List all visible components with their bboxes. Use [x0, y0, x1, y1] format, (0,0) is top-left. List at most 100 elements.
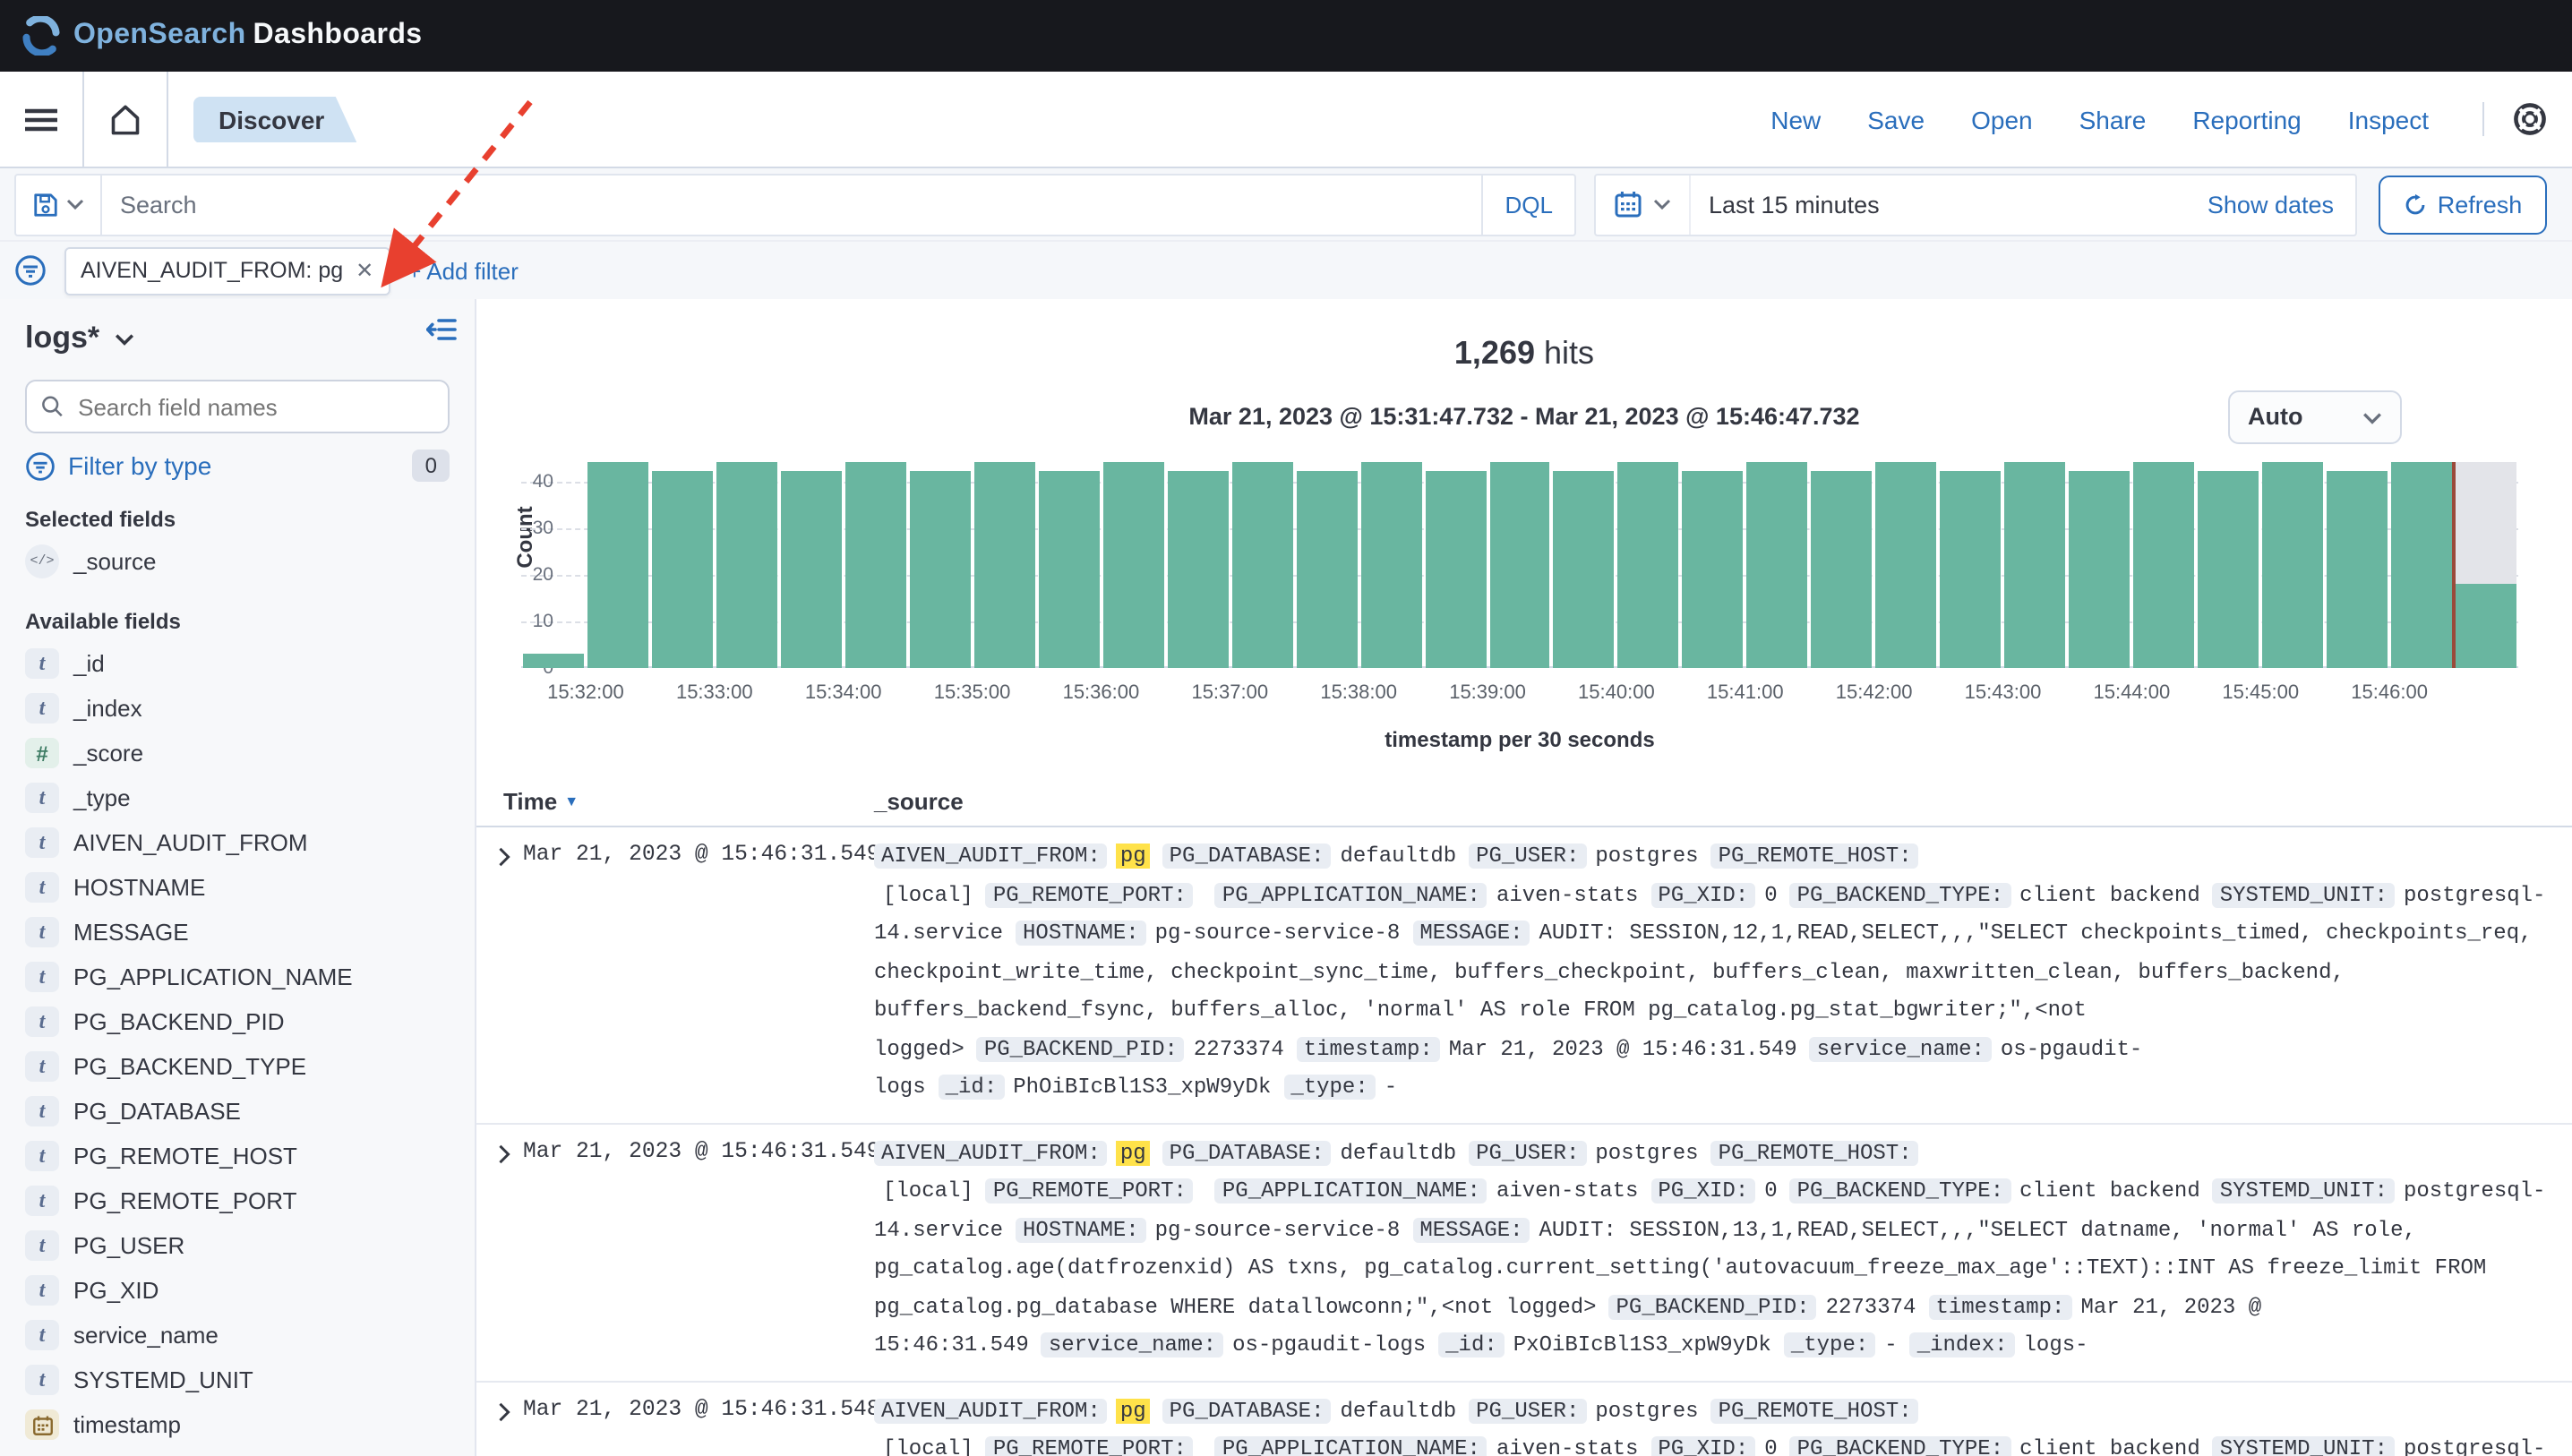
histogram-bar-12[interactable]: [1296, 472, 1357, 668]
date-picker-quick-menu[interactable]: [1596, 175, 1691, 234]
histogram-bar-3[interactable]: [716, 462, 777, 668]
header-action-reporting[interactable]: Reporting: [2192, 105, 2301, 133]
field-value: [local]: [883, 882, 973, 907]
brand-primary: OpenSearch: [73, 20, 246, 50]
add-filter-link[interactable]: + Add filter: [407, 257, 519, 284]
histogram-bar-15[interactable]: [1489, 462, 1550, 668]
field-item-PG_APPLICATION_NAME[interactable]: tPG_APPLICATION_NAME: [25, 955, 450, 999]
histogram-bar-1[interactable]: [587, 462, 648, 668]
histogram-bar-13[interactable]: [1360, 462, 1421, 668]
refresh-button[interactable]: Refresh: [2379, 175, 2547, 234]
x-tick-15:39:00: 15:39:00: [1449, 682, 1526, 704]
filter-icon[interactable]: [14, 254, 47, 287]
header-action-open[interactable]: Open: [1971, 105, 2033, 133]
field-key-pill: AIVEN_AUDIT_FROM:: [874, 1140, 1108, 1165]
histogram-bar-16[interactable]: [1554, 472, 1615, 668]
histogram-bar-2[interactable]: [652, 472, 713, 668]
histogram-bar-28[interactable]: [2327, 472, 2388, 668]
text-field-icon: t: [25, 1186, 59, 1216]
histogram-bar-27[interactable]: [2262, 462, 2323, 668]
histogram-bar-25[interactable]: [2133, 462, 2194, 668]
histogram-bar-29[interactable]: [2391, 462, 2452, 668]
field-item-SYSTEMD_UNIT[interactable]: tSYSTEMD_UNIT: [25, 1358, 450, 1402]
search-bar: Search DQL: [14, 173, 1576, 236]
index-pattern-selector[interactable]: logs*: [25, 321, 450, 356]
histogram-chart[interactable]: Count 010203040 15:32:0015:33:0015:34:00…: [476, 453, 2572, 767]
field-search-input[interactable]: [74, 391, 433, 422]
field-item-PG_BACKEND_TYPE[interactable]: tPG_BACKEND_TYPE: [25, 1044, 450, 1089]
collapse-sidebar-icon[interactable]: [426, 317, 457, 351]
search-input[interactable]: Search: [102, 191, 1482, 218]
interval-select[interactable]: Auto: [2228, 390, 2402, 444]
time-column-header[interactable]: Time ▼: [503, 788, 874, 815]
filter-remove-icon[interactable]: ✕: [356, 258, 373, 283]
histogram-bar-14[interactable]: [1425, 472, 1486, 668]
field-item-_score[interactable]: #_score: [25, 731, 450, 775]
histogram-bar-26[interactable]: [2198, 472, 2259, 668]
filter-by-type[interactable]: Filter by type 0: [25, 450, 450, 482]
field-value: pg-source-service-8: [1155, 1217, 1401, 1242]
histogram-bar-11[interactable]: [1231, 462, 1292, 668]
field-item-HOSTNAME[interactable]: tHOSTNAME: [25, 865, 450, 910]
histogram-bar-23[interactable]: [2005, 462, 2066, 668]
help-icon[interactable]: [2513, 102, 2547, 136]
filter-pill-aiven-audit-from[interactable]: AIVEN_AUDIT_FROM: pg ✕: [64, 246, 390, 295]
opensearch-logo[interactable]: OpenSearchDashboards: [21, 16, 422, 56]
histogram-bar-5[interactable]: [845, 462, 906, 668]
histogram-plot-area[interactable]: 010203040: [521, 453, 2518, 668]
x-tick-15:41:00: 15:41:00: [1707, 682, 1784, 704]
chevron-down-icon: [1653, 199, 1671, 210]
histogram-bar-24[interactable]: [2069, 472, 2130, 668]
field-item-PG_REMOTE_HOST[interactable]: tPG_REMOTE_HOST: [25, 1134, 450, 1178]
histogram-bar-10[interactable]: [1167, 472, 1228, 668]
histogram-bar-21[interactable]: [1876, 462, 1937, 668]
dql-button[interactable]: DQL: [1482, 175, 1574, 234]
index-pattern-name: logs*: [25, 321, 99, 356]
field-name: PG_XID: [73, 1277, 159, 1304]
field-item-timestamp[interactable]: timestamp: [25, 1402, 450, 1447]
field-item-_source[interactable]: </>_source: [25, 539, 450, 584]
field-item-PG_XID[interactable]: tPG_XID: [25, 1268, 450, 1313]
histogram-bar-6[interactable]: [910, 472, 971, 668]
breadcrumb-discover[interactable]: Discover: [193, 96, 356, 142]
histogram-bar-17[interactable]: [1618, 462, 1679, 668]
histogram-bar-18[interactable]: [1683, 472, 1744, 668]
expand-row-icon[interactable]: [494, 1398, 523, 1456]
header-action-new[interactable]: New: [1770, 105, 1821, 133]
home-icon[interactable]: [109, 103, 141, 135]
histogram-bar-4[interactable]: [781, 472, 842, 668]
menu-icon[interactable]: [25, 107, 57, 132]
field-item-MESSAGE[interactable]: tMESSAGE: [25, 910, 450, 955]
header-action-save[interactable]: Save: [1867, 105, 1925, 133]
histogram-bar-19[interactable]: [1747, 462, 1808, 668]
histogram-bar-0[interactable]: [523, 654, 584, 668]
field-search-box[interactable]: [25, 380, 450, 433]
field-item-_index[interactable]: t_index: [25, 686, 450, 731]
histogram-bar-9[interactable]: [1102, 462, 1163, 668]
show-dates-link[interactable]: Show dates: [2208, 191, 2355, 218]
x-axis-labels: 15:32:0015:33:0015:34:0015:35:0015:36:00…: [521, 682, 2518, 711]
expand-row-icon[interactable]: [494, 1140, 523, 1366]
histogram-bar-8[interactable]: [1038, 472, 1099, 668]
refresh-label: Refresh: [2438, 191, 2523, 218]
histogram-bar-7[interactable]: [974, 462, 1035, 668]
field-item-PG_BACKEND_PID[interactable]: tPG_BACKEND_PID: [25, 999, 450, 1044]
saved-query-button[interactable]: [16, 175, 102, 234]
header-action-inspect[interactable]: Inspect: [2348, 105, 2429, 133]
histogram-bar-22[interactable]: [1941, 472, 2002, 668]
field-item-PG_REMOTE_PORT[interactable]: tPG_REMOTE_PORT: [25, 1178, 450, 1223]
field-item-service_name[interactable]: tservice_name: [25, 1313, 450, 1358]
expand-row-icon[interactable]: [494, 844, 523, 1108]
selected-fields-heading: Selected fields: [25, 507, 450, 532]
field-item-AIVEN_AUDIT_FROM[interactable]: tAIVEN_AUDIT_FROM: [25, 820, 450, 865]
time-range-value[interactable]: Last 15 minutes: [1691, 191, 1880, 218]
header-action-share[interactable]: Share: [2079, 105, 2147, 133]
histogram-bar-20[interactable]: [1812, 472, 1873, 668]
text-field-icon: t: [25, 917, 59, 947]
histogram-bar-30[interactable]: [2456, 584, 2516, 668]
row-source: AIVEN_AUDIT_FROM:pgPG_DATABASE:defaultdb…: [874, 1135, 2559, 1366]
field-item-PG_USER[interactable]: tPG_USER: [25, 1223, 450, 1268]
field-item-_type[interactable]: t_type: [25, 775, 450, 820]
field-item-_id[interactable]: t_id: [25, 641, 450, 686]
field-item-PG_DATABASE[interactable]: tPG_DATABASE: [25, 1089, 450, 1134]
